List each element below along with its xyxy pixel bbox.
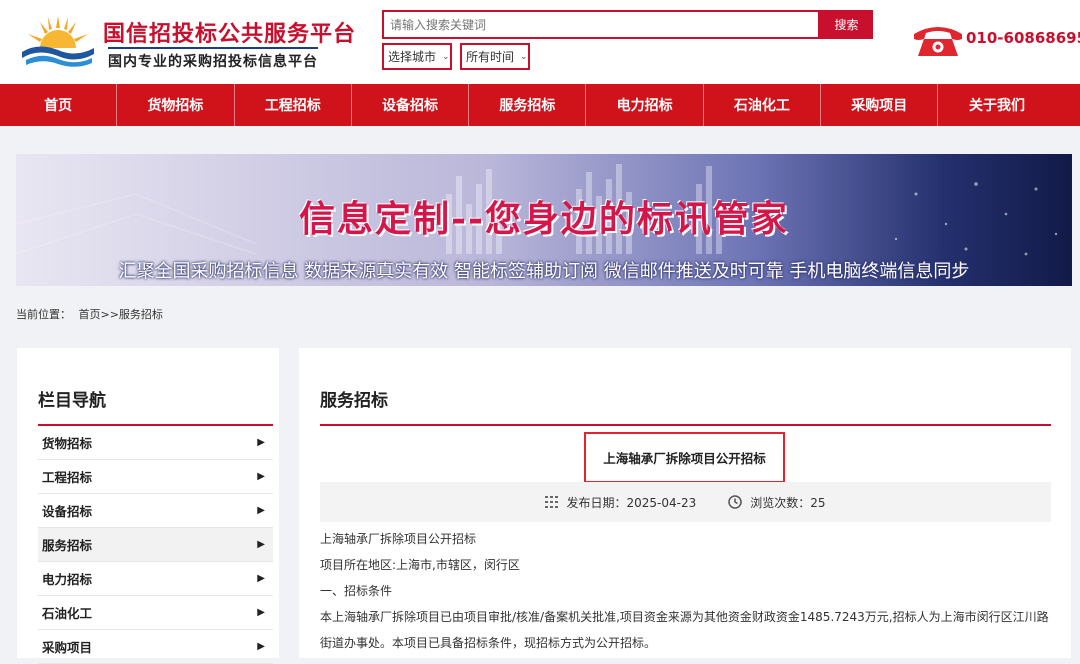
search-input[interactable] bbox=[384, 12, 818, 37]
article-paragraph: 上海轴承厂拆除项目公开招标 bbox=[320, 532, 477, 546]
banner-subtitle: 汇聚全国采购招标信息 数据来源真实有效 智能标签辅助订阅 微信邮件推送及时可靠 … bbox=[118, 261, 970, 282]
triangle-right-icon: ▶ bbox=[257, 539, 265, 550]
breadcrumb: 当前位置： 首页>>服务招标 bbox=[16, 306, 167, 322]
nav-item-home[interactable]: 首页 bbox=[0, 84, 118, 126]
article-body: 上海轴承厂拆除项目公开招标 项目所在地区:上海市,市辖区，闵行区 一、招标条件 … bbox=[320, 526, 1053, 656]
sun-wave-logo-icon bbox=[22, 16, 94, 67]
section-divider bbox=[320, 424, 1051, 426]
sidebar-title: 栏目导航 bbox=[38, 391, 106, 411]
nav-item-engineering[interactable]: 工程招标 bbox=[235, 84, 352, 126]
triangle-right-icon: ▶ bbox=[257, 573, 265, 584]
nav-item-about[interactable]: 关于我们 bbox=[938, 84, 1055, 126]
city-select[interactable]: 选择城市 ⌄ bbox=[382, 43, 452, 70]
views-group: 浏览次数：25 bbox=[728, 494, 826, 511]
sidebar-item-label: 石油化工 bbox=[42, 606, 93, 621]
sidebar-item-power[interactable]: 电力招标 ▶ bbox=[38, 562, 273, 596]
article-meta: 发布日期：2025-04-23 浏览次数：25 bbox=[320, 482, 1051, 522]
triangle-right-icon: ▶ bbox=[257, 641, 265, 652]
time-select[interactable]: 所有时间 ⌄ bbox=[460, 43, 530, 70]
sidebar-item-equipment[interactable]: 设备招标 ▶ bbox=[38, 494, 273, 528]
sidebar-item-engineering[interactable]: 工程招标 ▶ bbox=[38, 460, 273, 494]
nav-item-power[interactable]: 电力招标 bbox=[586, 84, 704, 126]
search-button[interactable]: 搜索 bbox=[820, 10, 873, 39]
sidebar-item-goods[interactable]: 货物招标 ▶ bbox=[38, 426, 273, 460]
article-paragraph: 一、招标条件 bbox=[320, 584, 393, 598]
triangle-right-icon: ▶ bbox=[257, 505, 265, 516]
sidebar-item-label: 工程招标 bbox=[42, 470, 93, 485]
breadcrumb-path[interactable]: 首页>>服务招标 bbox=[79, 308, 163, 321]
sidebar-item-petrochemical[interactable]: 石油化工 ▶ bbox=[38, 596, 273, 630]
nav-item-procurement[interactable]: 采购项目 bbox=[821, 84, 939, 126]
chevron-down-icon: ⌄ bbox=[520, 51, 528, 62]
article-title: 上海轴承厂拆除项目公开招标 bbox=[584, 432, 785, 483]
breadcrumb-label: 当前位置： bbox=[16, 308, 71, 321]
nav-item-petrochemical[interactable]: 石油化工 bbox=[704, 84, 822, 126]
main-nav: 首页 货物招标 工程招标 设备招标 服务招标 电力招标 石油化工 采购项目 关于… bbox=[0, 84, 1080, 126]
search-box bbox=[382, 10, 820, 39]
triangle-right-icon: ▶ bbox=[257, 471, 265, 482]
sidebar-item-procurement[interactable]: 采购项目 ▶ bbox=[38, 630, 273, 664]
sidebar-item-service[interactable]: 服务招标 ▶ bbox=[38, 528, 273, 562]
promo-banner[interactable]: 信息定制--您身边的标讯管家 汇聚全国采购招标信息 数据来源真实有效 智能标签辅… bbox=[16, 154, 1072, 286]
publish-date-label: 发布日期： bbox=[566, 495, 627, 510]
nav-item-service[interactable]: 服务招标 bbox=[469, 84, 587, 126]
sidebar-item-label: 货物招标 bbox=[42, 436, 93, 451]
article-paragraph: 本上海轴承厂拆除项目已由项目审批/核准/备案机关批准,项目资金来源为其他资金财政… bbox=[320, 610, 1049, 650]
sidebar-item-label: 设备招标 bbox=[42, 504, 93, 519]
section-title: 服务招标 bbox=[320, 391, 388, 411]
telephone-icon bbox=[914, 27, 962, 56]
banner-title: 信息定制--您身边的标讯管家 bbox=[299, 198, 789, 240]
main-content: 服务招标 上海轴承厂拆除项目公开招标 发布日期：2025-04-23 浏览次数：… bbox=[299, 348, 1071, 658]
clock-icon bbox=[728, 495, 742, 509]
sidebar-item-label: 采购项目 bbox=[42, 640, 93, 655]
views-label: 浏览次数： bbox=[750, 495, 811, 510]
phone-number: 010-60868695 bbox=[966, 29, 1080, 47]
view-count: 25 bbox=[810, 495, 826, 510]
time-select-value: 所有时间 bbox=[466, 50, 515, 64]
site-subtitle: 国内专业的采购招投标信息平台 bbox=[108, 47, 318, 71]
sidebar: 栏目导航 货物招标 ▶ 工程招标 ▶ 设备招标 ▶ 服务招标 ▶ 电力招标 ▶ 石油化工 ▶… bbox=[17, 348, 279, 664]
sidebar-item-label: 电力招标 bbox=[42, 572, 93, 587]
site-title[interactable]: 国信招投标公共服务平台 bbox=[103, 16, 356, 48]
sidebar-item-label: 服务招标 bbox=[42, 538, 93, 553]
triangle-right-icon: ▶ bbox=[257, 437, 265, 448]
header: 国信招投标公共服务平台 国内专业的采购招投标信息平台 搜索 选择城市 ⌄ 所有时… bbox=[0, 0, 1080, 84]
chevron-down-icon: ⌄ bbox=[442, 51, 450, 62]
sidebar-list: 货物招标 ▶ 工程招标 ▶ 设备招标 ▶ 服务招标 ▶ 电力招标 ▶ 石油化工 ▶ 采购项目… bbox=[38, 426, 273, 664]
nav-item-goods[interactable]: 货物招标 bbox=[117, 84, 235, 126]
publish-date-group: 发布日期：2025-04-23 bbox=[545, 494, 696, 511]
city-select-value: 选择城市 bbox=[388, 50, 437, 64]
calendar-grid-icon bbox=[545, 496, 559, 508]
triangle-right-icon: ▶ bbox=[257, 607, 265, 618]
nav-item-equipment[interactable]: 设备招标 bbox=[352, 84, 470, 126]
publish-date: 2025-04-23 bbox=[626, 495, 697, 510]
article-paragraph: 项目所在地区:上海市,市辖区，闵行区 bbox=[320, 558, 520, 572]
